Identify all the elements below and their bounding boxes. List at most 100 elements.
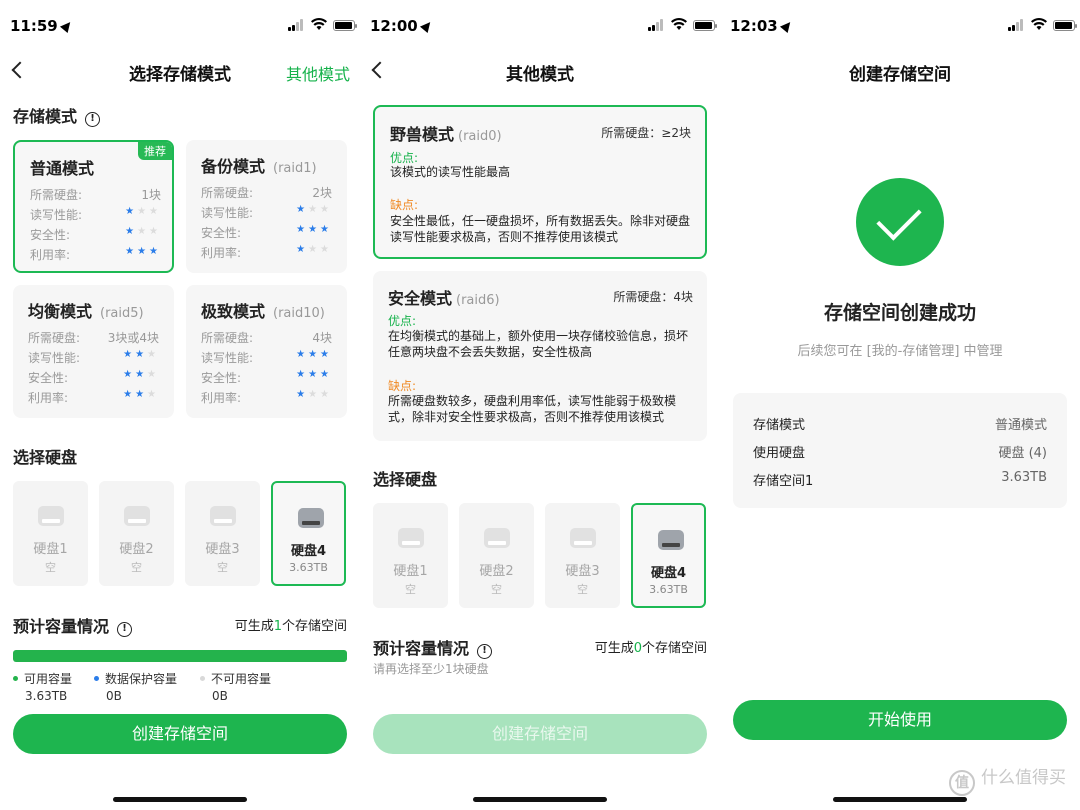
disk-name: 硬盘1: [33, 542, 68, 557]
star-icon: ★: [135, 369, 148, 380]
star-rating: ★★★: [123, 369, 159, 380]
mode-card-raid0[interactable]: 野兽模式 (raid0) 所需硬盘：≥2块 优点: 该模式的读写性能最高 缺点: …: [373, 105, 707, 259]
star-icon: ★: [147, 369, 159, 380]
summary-value: 3.63TB: [1001, 470, 1047, 485]
screen-create-success: 12:03 创建存储空间 存储空间创建成功 后续您可在 [我的-存储管理] 中管…: [720, 0, 1080, 810]
star-icon: ★: [123, 349, 136, 360]
star-icon: ★: [296, 369, 309, 380]
mode-spec-row: 安全性: ★★★: [28, 369, 159, 385]
hard-disk-icon: [658, 530, 684, 550]
location-arrow-icon: [779, 18, 794, 34]
hard-disk-icon: [484, 528, 510, 548]
capacity-heading: 预计容量情况!: [13, 613, 133, 637]
other-modes-link[interactable]: 其他模式: [286, 61, 350, 85]
recommended-badge: 推荐: [138, 142, 172, 160]
legend-dot-icon: [200, 676, 205, 681]
battery-icon: [333, 20, 357, 31]
summary-value: 硬盘 (4): [998, 446, 1047, 461]
disk-name: 硬盘2: [119, 542, 154, 557]
star-rating: ★★★: [296, 244, 332, 255]
star-icon: ★: [123, 369, 136, 380]
disk-4[interactable]: 硬盘4 3.63TB: [271, 481, 346, 586]
mode-spec-row: 安全性: ★★★: [201, 369, 332, 385]
hard-disk-icon: [124, 506, 150, 526]
location-arrow-icon: [419, 18, 434, 34]
hard-disk-icon: [38, 506, 64, 526]
home-indicator: [833, 797, 967, 802]
star-icon: ★: [125, 246, 138, 257]
storage-mode-heading: 存储模式!: [13, 103, 101, 127]
home-indicator: [113, 797, 247, 802]
info-icon[interactable]: !: [477, 644, 493, 659]
star-icon: ★: [125, 206, 138, 217]
home-indicator: [473, 797, 607, 802]
select-disk-heading: 选择硬盘: [373, 470, 438, 489]
summary-key: 存储模式: [753, 418, 806, 433]
mode-spec-row: 读写性能: ★★★: [30, 206, 161, 222]
mode-required-disks: 所需硬盘：≥2块: [601, 126, 691, 140]
legend-dot-icon: [13, 676, 18, 681]
mode-card-2[interactable]: 备份模式 (raid1) 所需硬盘: 2块 读写性能: ★★★ 安全性: ★★★ 利用率: ★★★: [186, 140, 347, 273]
start-using-button[interactable]: 开始使用: [733, 700, 1067, 740]
mode-spec-row: 安全性: ★★★: [30, 226, 161, 242]
star-icon: ★: [308, 349, 321, 360]
star-icon: ★: [320, 204, 332, 215]
capacity-heading: 预计容量情况!: [373, 635, 493, 659]
disk-size: 3.63TB: [289, 561, 328, 574]
mode-name: 极致模式 (raid10): [201, 302, 325, 321]
mode-spec-row: 所需硬盘: 1块: [30, 188, 161, 202]
star-icon: ★: [308, 389, 321, 400]
mode-spec-row: 读写性能: ★★★: [201, 204, 332, 220]
star-icon: ★: [308, 224, 321, 235]
disk-2[interactable]: 硬盘2 空: [99, 481, 174, 586]
select-disk-heading: 选择硬盘: [13, 448, 78, 467]
disk-size: 空: [577, 583, 588, 596]
capacity-bar: [13, 650, 347, 662]
wifi-icon: [311, 18, 327, 30]
disk-3[interactable]: 硬盘3 空: [185, 481, 260, 586]
cons-label: 缺点:: [390, 198, 419, 212]
battery-icon: [1053, 20, 1077, 31]
page-title: 创建存储空间: [849, 65, 951, 85]
create-storage-button[interactable]: 创建存储空间: [13, 714, 347, 754]
mode-name: 备份模式 (raid1): [201, 157, 317, 176]
star-icon: ★: [308, 204, 321, 215]
disk-2[interactable]: 硬盘2 空: [459, 503, 534, 608]
star-rating: ★★★: [125, 246, 161, 257]
page-title: 其他模式: [506, 65, 574, 85]
star-icon: ★: [123, 389, 136, 400]
cellular-signal-icon: [648, 19, 664, 31]
mode-card-4[interactable]: 极致模式 (raid10) 所需硬盘: 4块 读写性能: ★★★ 安全性: ★★★ 利用率: ★★…: [186, 285, 347, 418]
pros-label: 优点:: [388, 314, 417, 328]
disk-1[interactable]: 硬盘1 空: [373, 503, 448, 608]
disk-1[interactable]: 硬盘1 空: [13, 481, 88, 586]
star-icon: ★: [149, 246, 161, 257]
disk-size: 空: [131, 561, 142, 574]
star-rating: ★★★: [296, 349, 332, 360]
status-time: 12:03: [730, 17, 794, 35]
legend-value: 0B: [212, 689, 228, 703]
battery-icon: [693, 20, 717, 31]
legend-item: 数据保护容量: [94, 670, 177, 687]
capacity-summary: 可生成1个存储空间: [234, 619, 347, 634]
required-disks-value: 3块或4块: [107, 331, 159, 345]
info-icon[interactable]: !: [85, 112, 101, 127]
info-icon[interactable]: !: [117, 622, 133, 637]
hard-disk-icon: [298, 508, 324, 528]
disk-3[interactable]: 硬盘3 空: [545, 503, 620, 608]
summary-panel: 存储模式 普通模式 使用硬盘 硬盘 (4) 存储空间1 3.63TB: [733, 393, 1067, 508]
success-check-icon: [856, 178, 944, 266]
create-storage-button-disabled[interactable]: 创建存储空间: [373, 714, 707, 754]
disk-4[interactable]: 硬盘4 3.63TB: [631, 503, 706, 608]
disk-name: 硬盘4: [650, 566, 687, 581]
mode-spec-row: 利用率: ★★★: [30, 246, 161, 262]
star-icon: ★: [147, 349, 159, 360]
star-icon: ★: [147, 389, 159, 400]
star-icon: ★: [296, 204, 309, 215]
mode-card-1[interactable]: 普通模式 推荐 所需硬盘: 1块 读写性能: ★★★ 安全性: ★★★ 利用率: ★★★: [13, 140, 174, 273]
capacity-summary: 可生成0个存储空间: [594, 641, 707, 656]
star-icon: ★: [320, 369, 332, 380]
mode-card-3[interactable]: 均衡模式 (raid5) 所需硬盘: 3块或4块 读写性能: ★★★ 安全性: ★★★ 利用率:…: [13, 285, 174, 418]
mode-card-raid6[interactable]: 安全模式 (raid6) 所需硬盘：4块 优点: 在均衡模式的基础上，额外使用一块…: [373, 271, 707, 441]
required-disks-value: 4块: [312, 331, 332, 345]
